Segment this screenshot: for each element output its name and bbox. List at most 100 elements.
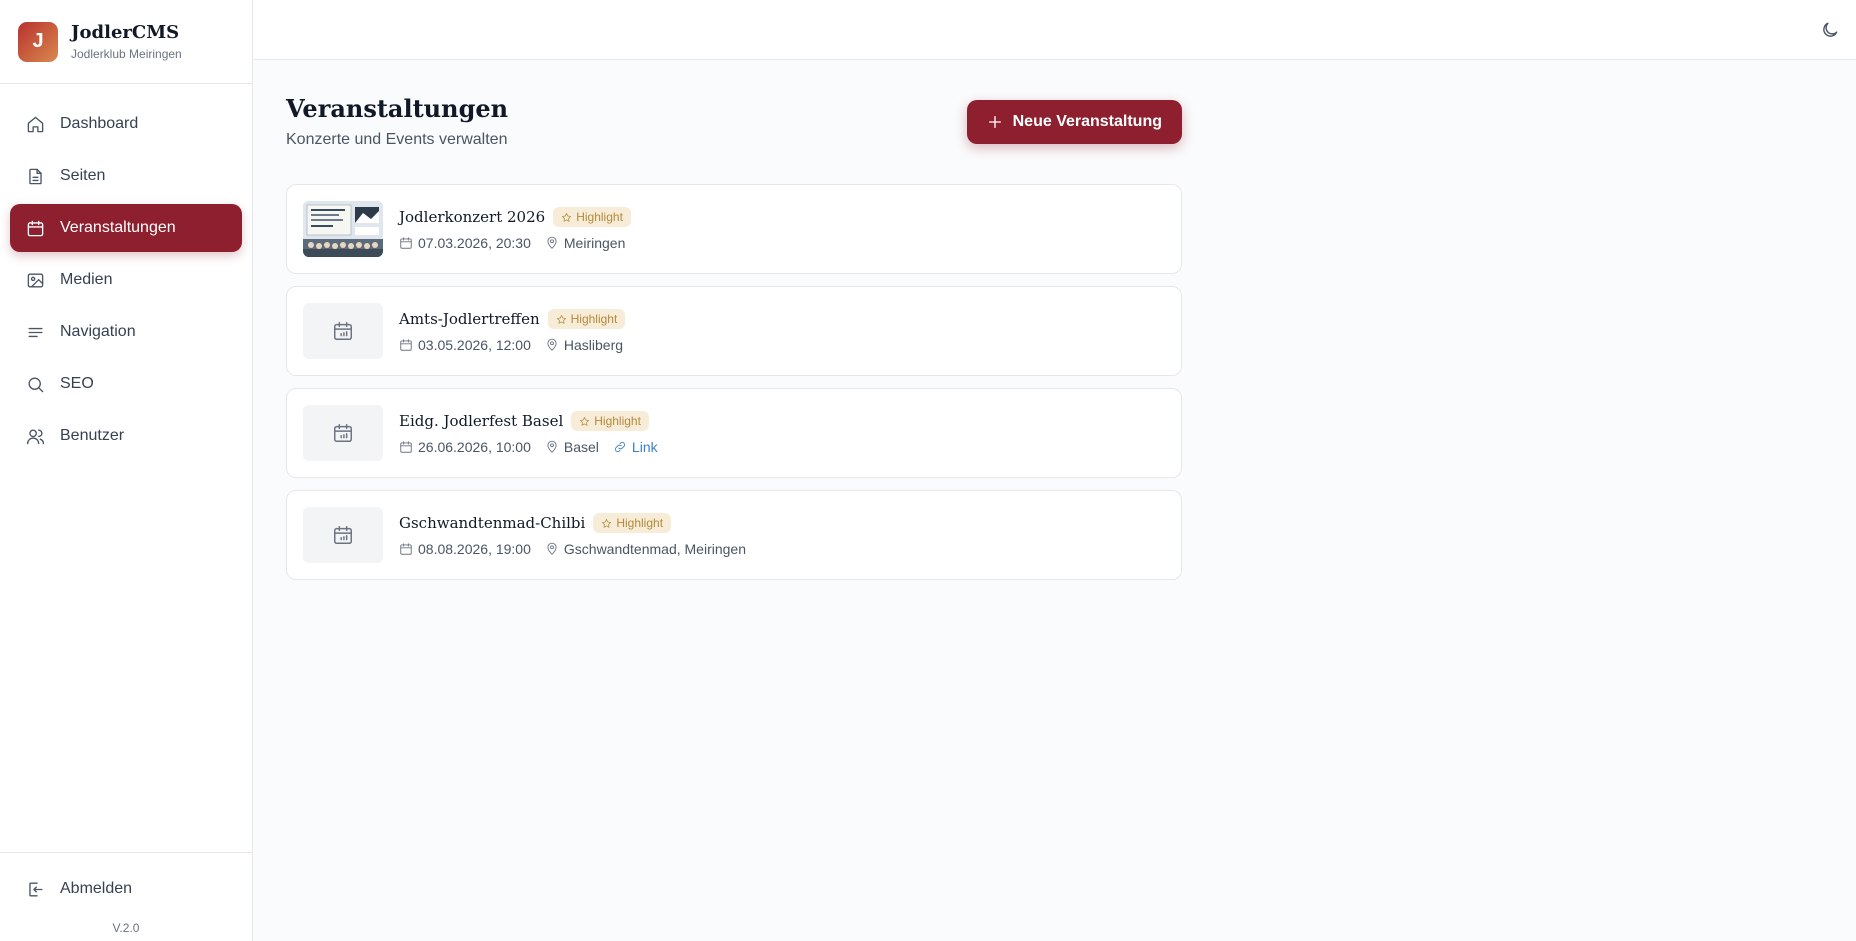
menu-icon [28,327,43,337]
event-title: Jodlerkonzert 2026 [399,208,546,226]
event-location-text: Meiringen [563,235,626,251]
sidebar-nav: Dashboard Seiten Veranstaltungen Medien … [0,84,252,852]
calendar-placeholder-icon [334,322,352,340]
image-icon [27,272,44,288]
event-location-text: Gschwandtenmad, Meiringen [563,541,746,557]
event-location: Gschwandtenmad, Meiringen [545,541,746,557]
event-datetime-text: 08.08.2026, 19:00 [418,541,531,557]
new-event-button-label: Neue Veranstaltung [1012,113,1162,130]
logout-button[interactable]: Abmelden [10,867,242,911]
event-location-text: Basel [563,439,599,455]
sidebar: J JodlerCMS Jodlerklub Meiringen Dashboa… [0,0,253,941]
logout-label: Abmelden [60,880,133,897]
calendar-icon [400,543,412,555]
event-meta: 26.06.2026, 10:00 Basel Link [399,439,672,455]
sidebar-item-label: Medien [60,271,113,288]
sidebar-item-dashboard[interactable]: Dashboard [10,100,242,148]
page-header: Veranstaltungen Konzerte und Events verw… [286,60,1182,184]
page-subtitle: Konzerte und Events verwalten [286,131,508,148]
map-pin-icon [547,440,557,453]
event-link[interactable]: Link [613,439,658,455]
badge-label: Highlight [616,516,664,530]
event-location: Basel [545,439,599,455]
event-link-text: Link [631,439,658,455]
event-title: Gschwandtenmad-Chilbi [399,514,586,532]
map-pin-icon [547,338,557,351]
event-list: Jodlerkonzert 2026 Highlight 07.03.2026,… [286,184,1182,592]
star-icon [580,416,590,426]
version-label: V.2.0 [112,921,140,935]
main-content: Veranstaltungen Konzerte und Events verw… [286,60,1182,592]
file-icon [29,168,42,184]
topbar [254,0,1856,60]
event-location-text: Hasliberg [563,337,624,353]
sidebar-item-seiten[interactable]: Seiten [10,152,242,200]
event-title: Eidg. Jodlerfest Basel [399,412,564,430]
calendar-icon [400,339,412,351]
calendar-placeholder-icon [334,424,352,442]
badge-label: Highlight [576,210,623,224]
calendar-icon [400,237,412,249]
link-icon [614,442,625,452]
event-thumbnail [303,201,383,257]
brand: J JodlerCMS Jodlerklub Meiringen [0,0,252,84]
star-icon [602,518,612,528]
event-card[interactable]: Amts-Jodlertreffen Highlight 03.05.2026,… [286,286,1182,376]
event-title-row: Eidg. Jodlerfest Basel Highlight [399,411,672,431]
sidebar-item-label: Seiten [60,167,106,184]
highlight-badge: Highlight [593,513,672,533]
sidebar-item-label: Benutzer [60,427,125,444]
sidebar-item-benutzer[interactable]: Benutzer [10,412,242,460]
event-meta: 07.03.2026, 20:30 Meiringen [399,235,639,251]
sidebar-item-navigation[interactable]: Navigation [10,308,242,356]
sidebar-item-label: Navigation [60,323,136,340]
brand-text: JodlerCMS Jodlerklub Meiringen [71,22,182,61]
brand-subtitle: Jodlerklub Meiringen [71,47,182,61]
users-icon [26,428,45,444]
event-title-row: Amts-Jodlertreffen Highlight [399,309,637,329]
logout-icon [29,881,43,897]
new-event-button[interactable]: Neue Veranstaltung [966,100,1182,144]
event-title: Amts-Jodlertreffen [399,310,540,328]
event-info: Jodlerkonzert 2026 Highlight 07.03.2026,… [399,207,639,251]
sidebar-item-label: SEO [60,375,94,392]
event-datetime-text: 07.03.2026, 20:30 [418,235,531,251]
event-thumbnail [303,507,383,563]
sidebar-item-label: Veranstaltungen [60,219,176,236]
highlight-badge: Highlight [571,411,649,431]
calendar-icon [27,220,44,236]
event-title-row: Gschwandtenmad-Chilbi Highlight [399,513,760,533]
poster-image [303,201,383,257]
map-pin-icon [547,542,557,555]
event-location: Hasliberg [545,337,623,353]
badge-label: Highlight [570,312,618,326]
sidebar-footer: Abmelden V.2.0 [0,852,252,941]
event-info: Amts-Jodlertreffen Highlight 03.05.2026,… [399,309,637,353]
event-card[interactable]: Gschwandtenmad-Chilbi Highlight 08.08.20… [286,490,1182,580]
event-card[interactable]: Jodlerkonzert 2026 Highlight 07.03.2026,… [286,184,1182,274]
home-icon [27,116,44,132]
event-info: Eidg. Jodlerfest Basel Highlight 26.06.2… [399,411,672,455]
highlight-badge: Highlight [553,207,631,227]
theme-toggle-button[interactable] [1816,16,1844,44]
star-icon [562,212,572,222]
brand-name: JodlerCMS [71,22,180,43]
plus-icon [988,116,1001,128]
calendar-icon [400,441,412,453]
event-datetime: 26.06.2026, 10:00 [399,439,531,455]
moon-icon [1823,22,1838,37]
event-datetime: 03.05.2026, 12:00 [399,337,531,353]
badge-label: Highlight [594,414,641,428]
event-thumbnail [303,405,383,461]
event-info: Gschwandtenmad-Chilbi Highlight 08.08.20… [399,513,760,557]
calendar-placeholder-icon [334,526,352,544]
event-datetime: 07.03.2026, 20:30 [399,235,531,251]
sidebar-item-medien[interactable]: Medien [10,256,242,304]
sidebar-item-seo[interactable]: SEO [10,360,242,408]
sidebar-item-label: Dashboard [60,115,139,132]
event-card[interactable]: Eidg. Jodlerfest Basel Highlight 26.06.2… [286,388,1182,478]
search-icon [28,376,44,392]
event-location: Meiringen [545,235,625,251]
event-datetime-text: 26.06.2026, 10:00 [418,439,531,455]
sidebar-item-veranstaltungen[interactable]: Veranstaltungen [10,204,242,252]
